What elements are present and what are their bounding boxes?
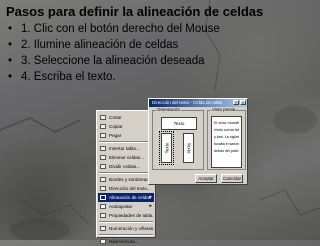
context-menu-item[interactable]: Numeración y viñetas... [98,224,154,233]
menu-item-icon [100,146,106,151]
menu-item-icon [100,124,106,129]
bullet-glyph: • [8,71,13,83]
context-menu-item[interactable]: Cortar [98,113,154,122]
step-item: • 4. Escriba el texto. [8,69,220,85]
preview-group: Vista previa El veloz murciélago hindú co… [207,107,246,170]
context-menu-item[interactable]: Bordes y sombreado... [98,175,154,184]
menu-item-label: Dividir celdas... [109,164,141,169]
menu-item-icon [100,164,106,169]
menu-item-label: Insertar tabla... [109,146,140,151]
menu-item-label: Propiedades de tabla... [109,213,154,218]
ok-button[interactable]: Aceptar [195,174,217,183]
preview-box: El veloz murciélago hindú comía feliz car… [211,116,242,168]
menu-item-icon [100,177,106,182]
menu-item-label: Pegar [109,133,122,138]
context-menu-item[interactable]: Dividir celdas... [98,162,154,171]
step-text: 3. Seleccione la alineación deseada [21,55,205,67]
menu-item-label: Copiar [109,124,123,129]
menu-item-label: Eliminar celdas... [109,155,144,160]
cancel-button[interactable]: Cancelar [221,174,243,183]
context-menu-item[interactable]: Eliminar celdas... [98,153,154,162]
context-menu-item[interactable]: Propiedades de tabla... [98,211,154,220]
context-menu-item[interactable]: Copiar [98,122,154,131]
preview-line: y kiwi. La cigüeña [214,135,239,139]
close-button[interactable]: × [240,100,246,105]
menu-item-icon [100,204,106,209]
menu-item-icon [100,226,106,231]
vertical-down-label: Texto [186,142,191,154]
menu-item-label: Cortar [109,115,122,120]
context-menu-item[interactable]: Alineación de celdas ▸ [98,193,154,202]
preview-line: hindú comía feliz cardillo [214,128,239,132]
menu-item-icon [100,213,106,218]
menu-item-icon [100,195,106,200]
context-menu-item[interactable]: Pegar [98,131,154,140]
menu-item-label: Autoajustar [109,204,133,209]
menu-item-label: Alineación de celdas [109,195,152,200]
menu-item-icon [100,115,106,120]
bullet-glyph: • [8,23,13,35]
step-text: 1. Clic con el botón derecho del Mouse [21,23,220,35]
step-item: • 2. Ilumine alineación de celdas [8,37,220,53]
menu-item-icon [100,186,106,191]
menu-separator [99,172,153,174]
dialog-title-bar: Dirección del texto - Celda de tabla ? × [149,99,247,107]
context-menu-item[interactable]: Hipervínculo... [98,237,154,246]
preview-label: Vista previa [211,107,237,112]
vertical-up-label: Texto [164,142,169,154]
preview-line: detrás del palenque de [214,149,239,153]
steps-list: • 1. Clic con el botón derecho del Mouse •… [8,21,220,85]
dialog-title: Dirección del texto - Celda de tabla [152,100,223,105]
slide-heading: Pasos para definir la alineación de celd… [6,4,264,19]
preview-line: tocaba el saxofón [214,142,239,146]
context-menu-item[interactable]: Autoajustar ▸ [98,202,154,211]
horizontal-orientation-option[interactable]: Texto [161,117,197,130]
menu-item-icon [100,155,106,160]
step-text: 4. Escriba el texto. [21,71,116,83]
context-menu-item[interactable]: Dirección del texto... [98,184,154,193]
vertical-up-orientation-option[interactable]: Texto [159,131,174,165]
menu-separator [99,141,153,143]
menu-separator [99,234,153,236]
menu-item-label: Numeración y viñetas... [109,226,154,231]
text-direction-dialog: Dirección del texto - Celda de tabla ? ×… [148,98,248,185]
submenu-arrow-icon: ▸ [149,203,152,209]
context-menu: Cortar Copiar Pegar Insertar tabla... Elimin… [96,110,156,244]
bullet-glyph: • [8,55,13,67]
orientation-group: Orientación Texto Texto Texto [152,107,204,170]
help-button[interactable]: ? [233,100,239,105]
step-text: 2. Ilumine alineación de celdas [21,39,179,51]
vertical-down-orientation-option[interactable]: Texto [183,133,194,163]
preview-line: El veloz murciélago [214,121,239,125]
submenu-arrow-icon: ▸ [149,194,152,200]
menu-separator [99,221,153,223]
menu-item-label: Dirección del texto... [109,186,151,191]
step-item: • 3. Seleccione la alineación deseada [8,53,220,69]
step-item: • 1. Clic con el botón derecho del Mouse [8,21,220,37]
menu-item-icon [100,133,106,138]
bullet-glyph: • [8,39,13,51]
context-menu-item[interactable]: Insertar tabla... [98,144,154,153]
orientation-label: Orientación [156,107,182,112]
